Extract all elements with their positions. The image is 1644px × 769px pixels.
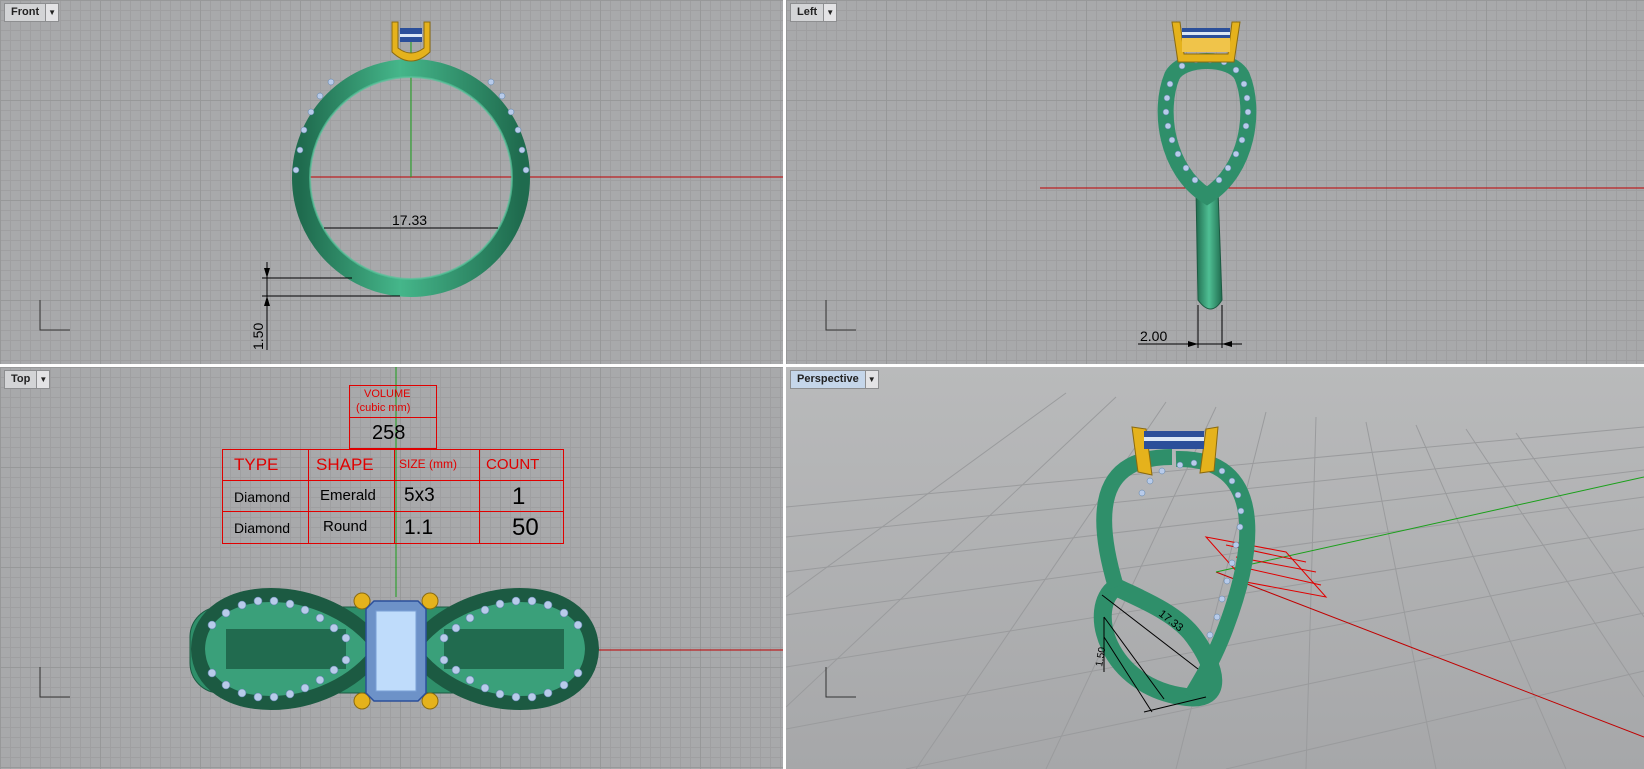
perspective-viewport[interactable]: 17.33 1.50 Perspective ▼	[786, 367, 1644, 769]
row2-size: 1.1	[404, 516, 434, 539]
viewport-title: Front	[11, 6, 40, 18]
row1-count: 1	[512, 483, 526, 510]
header-shape: SHAPE	[316, 455, 374, 474]
chevron-down-icon[interactable]: ▼	[45, 4, 59, 21]
ring-shank-side[interactable]	[1195, 189, 1223, 310]
width-dim-text: 2.00	[1140, 328, 1167, 344]
center-stone-table	[375, 610, 417, 692]
viewport-tab-left[interactable]: Left ▼	[790, 3, 838, 22]
viewport-splitter-horizontal[interactable]	[0, 364, 1644, 367]
band-shadow	[444, 629, 564, 669]
center-stone-facet	[1182, 32, 1230, 35]
cplane-axes-icon	[39, 667, 70, 698]
header-count: COUNT	[486, 456, 540, 473]
arrow-icon	[264, 296, 270, 306]
front-viewport[interactable]: 17.33 1.50 Front ▼	[0, 0, 783, 364]
prong-basket	[1182, 38, 1230, 52]
row1-shape: Emerald	[320, 487, 376, 504]
header-type: TYPE	[234, 455, 279, 474]
band-shadow	[226, 629, 346, 669]
cplane-axes-icon	[825, 667, 856, 698]
viewport-title: Top	[11, 373, 31, 385]
chevron-down-icon[interactable]: ▼	[864, 371, 878, 388]
volume-unit: (cubic mm)	[356, 402, 411, 414]
viewport-title: Perspective	[797, 373, 859, 385]
chevron-down-icon[interactable]: ▼	[823, 4, 837, 21]
row2-shape: Round	[323, 518, 368, 535]
arrow-icon	[264, 268, 270, 278]
center-stone-facet	[400, 34, 422, 37]
perspective-canvas[interactable]: 17.33 1.50	[786, 367, 1644, 769]
split-shank-loop[interactable]	[1157, 53, 1257, 206]
persp-thickness-text: 1.50	[1094, 646, 1108, 668]
viewport-tab-front[interactable]: Front ▼	[4, 3, 60, 22]
x-axis-line	[1215, 571, 1644, 738]
diameter-dim-text: 17.33	[392, 212, 427, 228]
cplane-axes-icon	[825, 300, 856, 331]
row1-type: Diamond	[234, 489, 291, 505]
row1-size: 5x3	[404, 485, 435, 506]
viewport-tab-top[interactable]: Top ▼	[4, 370, 51, 389]
volume-value: 258	[372, 422, 406, 444]
viewport-title: Left	[797, 6, 818, 18]
volume-label: VOLUME	[364, 388, 411, 400]
center-stone-facet	[1144, 437, 1204, 441]
chevron-down-icon[interactable]: ▼	[36, 371, 50, 388]
persp-spec-table	[1204, 536, 1328, 598]
viewport-splitter-vertical[interactable]	[783, 0, 786, 769]
left-canvas[interactable]: 2.00	[786, 0, 1644, 364]
front-canvas[interactable]: 17.33 1.50	[0, 0, 783, 364]
left-viewport[interactable]: 2.00 Left ▼	[786, 0, 1644, 364]
thickness-dim-text: 1.50	[250, 323, 266, 350]
cplane-axes-icon	[39, 300, 70, 331]
arrow-icon	[1222, 341, 1232, 347]
row2-count: 50	[512, 514, 539, 541]
viewport-tab-perspective[interactable]: Perspective ▼	[790, 370, 879, 389]
top-viewport[interactable]: VOLUME (cubic mm) 258 TYPE SHAPE SIZE (m…	[0, 367, 783, 769]
arrow-icon	[1188, 341, 1198, 347]
row2-type: Diamond	[234, 520, 291, 536]
header-size: SIZE (mm)	[399, 457, 457, 471]
